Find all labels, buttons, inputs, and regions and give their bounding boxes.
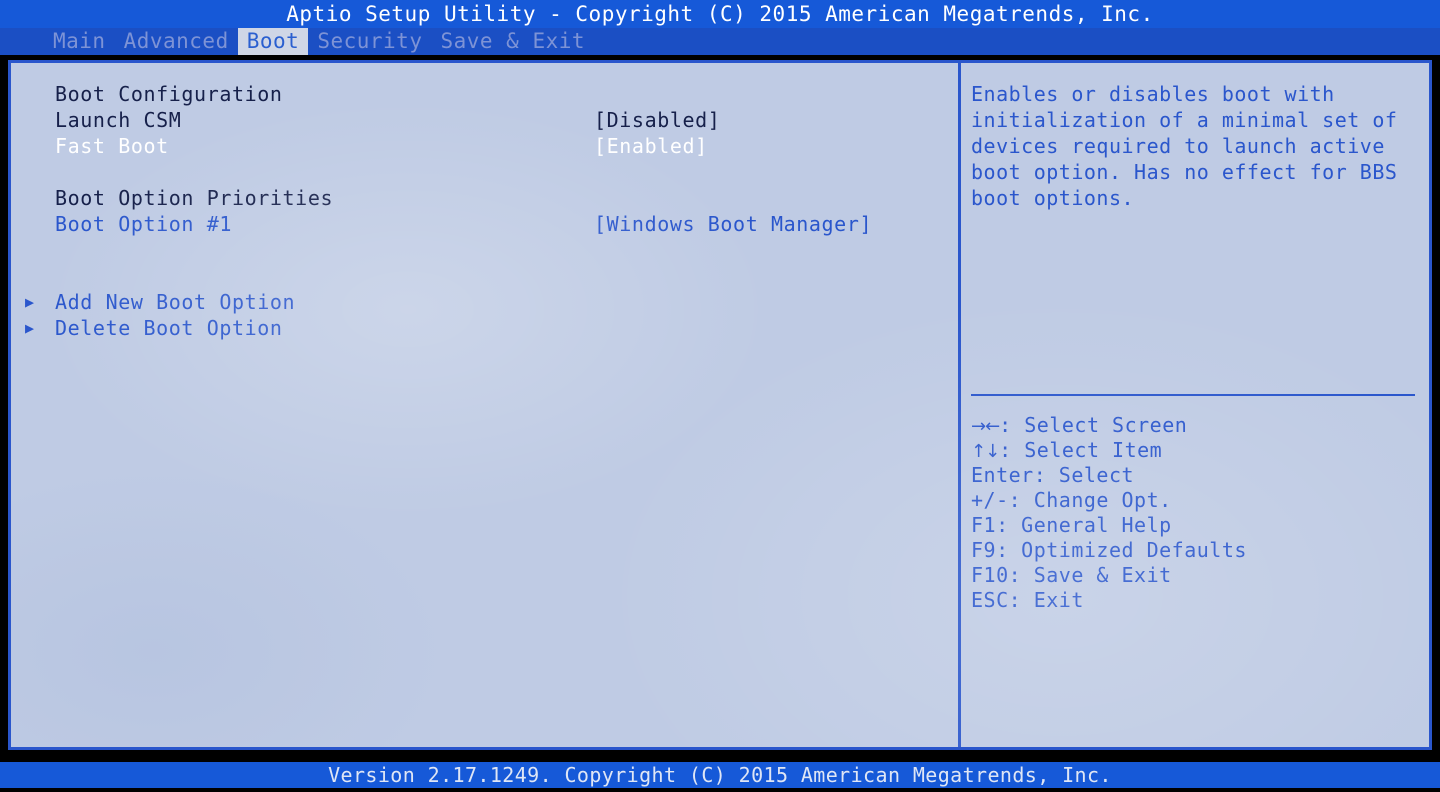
menu-bar: Main Advanced Boot Security Save & Exit [0, 28, 1440, 55]
key-legend-row: F9: Optimized Defaults [971, 538, 1421, 563]
key-legend-text: Enter: Select [971, 463, 1135, 487]
menu-tab-boot[interactable]: Boot [237, 28, 309, 55]
setting-label: Add New Boot Option [55, 290, 296, 314]
menu-tab-save-exit[interactable]: Save & Exit [431, 28, 594, 55]
key-legend-text: : Select Item [999, 438, 1163, 462]
menu-tab-security[interactable]: Security [308, 28, 431, 55]
arrow-keys-icon: ↑↓ [971, 441, 1000, 462]
help-separator [971, 394, 1415, 396]
section-label: Boot Option Priorities [55, 186, 334, 210]
settings-row[interactable]: ▶ Add New Boot Option [19, 289, 958, 315]
submenu-arrow-icon: ▶ [25, 293, 35, 311]
key-legend-text: ESC: Exit [971, 588, 1084, 612]
key-legend-text: : Select Screen [999, 413, 1188, 437]
key-legend-row: F1: General Help [971, 513, 1421, 538]
settings-spacer [19, 237, 958, 263]
menu-tab-advanced[interactable]: Advanced [115, 28, 238, 55]
setting-label: Boot Option #1 [55, 212, 232, 236]
key-legend-row: +/-: Change Opt. [971, 488, 1421, 513]
setting-value[interactable]: [Windows Boot Manager] [594, 211, 872, 237]
key-legend-row: →←: Select Screen [971, 413, 1421, 438]
key-legend-row: Enter: Select [971, 463, 1421, 488]
key-legend-row: ↑↓: Select Item [971, 438, 1421, 463]
key-legend-text: F10: Save & Exit [971, 563, 1172, 587]
settings-row[interactable]: Fast Boot [Enabled] [19, 133, 958, 159]
menu-tab-main[interactable]: Main [44, 28, 115, 55]
settings-section-heading: Boot Option Priorities [19, 185, 958, 211]
settings-panel: Boot Configuration Launch CSM [Disabled] Fa… [11, 63, 958, 747]
setting-label: Delete Boot Option [55, 316, 283, 340]
help-description: Enables or disables boot with initializa… [971, 82, 1410, 210]
title-bar: Aptio Setup Utility - Copyright (C) 2015… [0, 0, 1440, 28]
setting-value[interactable]: [Disabled] [594, 107, 720, 133]
settings-section-heading: Boot Configuration [19, 81, 958, 107]
submenu-arrow-icon: ▶ [25, 319, 35, 337]
setting-label: Fast Boot [55, 134, 169, 158]
key-legend-text: F1: General Help [971, 513, 1172, 537]
settings-spacer [19, 263, 958, 289]
bios-screen: Aptio Setup Utility - Copyright (C) 2015… [0, 0, 1440, 792]
arrow-keys-icon: →← [971, 416, 1000, 437]
settings-row[interactable]: Launch CSM [Disabled] [19, 107, 958, 133]
help-panel: Enables or disables boot with initializa… [958, 63, 1429, 747]
key-legend-row: F10: Save & Exit [971, 563, 1421, 588]
section-label: Boot Configuration [55, 82, 283, 106]
setting-value[interactable]: [Enabled] [594, 133, 708, 159]
key-legend-row: ESC: Exit [971, 588, 1421, 613]
content-frame: Boot Configuration Launch CSM [Disabled] Fa… [8, 60, 1432, 750]
settings-row[interactable]: ▶ Delete Boot Option [19, 315, 958, 341]
setting-label: Launch CSM [55, 108, 182, 132]
settings-spacer [19, 159, 958, 185]
settings-row[interactable]: Boot Option #1 [Windows Boot Manager] [19, 211, 958, 237]
key-legend-text: F9: Optimized Defaults [971, 538, 1247, 562]
key-legend-text: +/-: Change Opt. [971, 488, 1172, 512]
footer-bar: Version 2.17.1249. Copyright (C) 2015 Am… [0, 762, 1440, 788]
key-legend: →←: Select Screen ↑↓: Select Item Enter: S… [971, 413, 1421, 613]
